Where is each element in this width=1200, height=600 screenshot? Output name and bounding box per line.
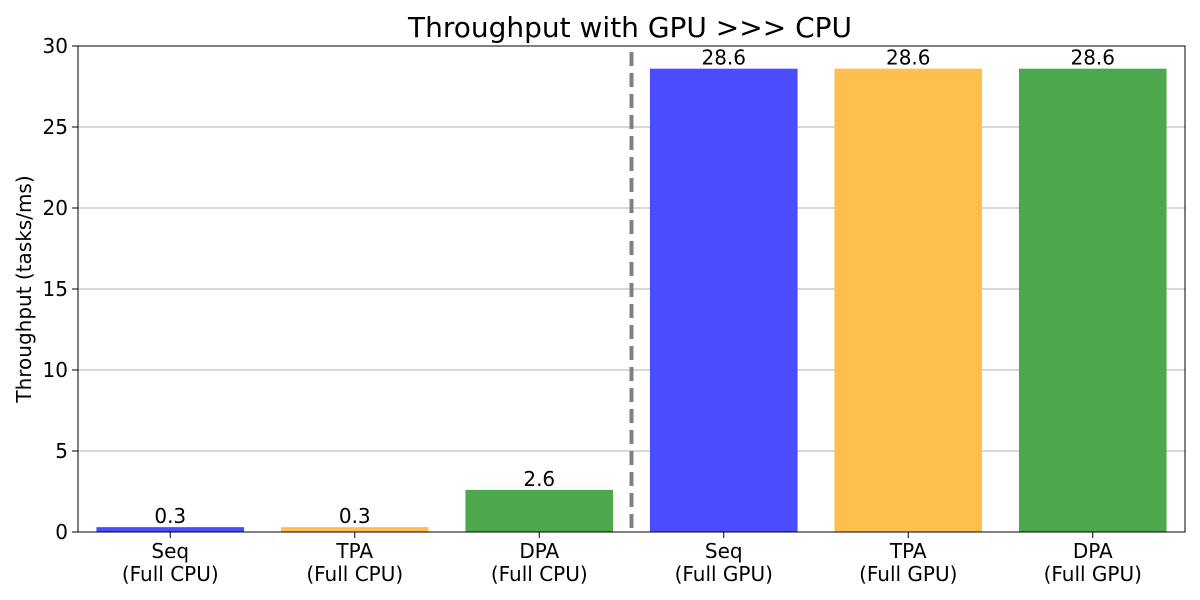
- bar-2: [465, 489, 614, 532]
- y-tick-label-15: 15: [43, 277, 68, 301]
- y-tick-label-10: 10: [43, 358, 68, 382]
- y-axis-label: Throughput (tasks/ms): [12, 175, 36, 403]
- y-tick-label-5: 5: [55, 439, 68, 463]
- x-tick-label-3-0: Seq: [705, 539, 743, 563]
- y-tick-label-0: 0: [55, 520, 68, 544]
- bar-5: [1018, 68, 1167, 533]
- y-tick-labels: 0 5 10 15 20 25 30: [43, 34, 78, 544]
- data-label-3: 28.6: [701, 46, 746, 70]
- x-tick-labels: Seq(Full CPU)TPA(Full CPU)DPA(Full CPU)S…: [122, 532, 1142, 586]
- bar-4: [834, 68, 983, 533]
- x-tick-label-2-0: DPA: [519, 539, 559, 563]
- y-tick-label-20: 20: [43, 196, 68, 220]
- data-label-0: 0.3: [154, 504, 186, 528]
- x-tick-label-0-0: Seq: [151, 539, 189, 563]
- bar-3: [649, 68, 798, 533]
- x-tick-label-1-0: TPA: [335, 539, 373, 563]
- data-label-4: 28.6: [886, 46, 931, 70]
- data-label-2: 2.6: [523, 467, 555, 491]
- data-label-1: 0.3: [339, 504, 371, 528]
- throughput-bar-chart: Throughput with GPU >>> CPU Throughput (…: [12, 11, 1186, 586]
- y-tick-label-25: 25: [43, 115, 68, 139]
- x-tick-label-3-1: (Full GPU): [675, 562, 773, 586]
- x-tick-label-5-1: (Full GPU): [1044, 562, 1142, 586]
- chart-title: Throughput with GPU >>> CPU: [407, 11, 852, 44]
- data-label-5: 28.6: [1070, 46, 1115, 70]
- y-tick-label-30: 30: [43, 34, 68, 58]
- x-tick-label-2-1: (Full CPU): [491, 562, 588, 586]
- x-tick-label-5-0: DPA: [1073, 539, 1113, 563]
- x-tick-label-1-1: (Full CPU): [306, 562, 403, 586]
- x-tick-label-4-0: TPA: [889, 539, 927, 563]
- x-tick-label-4-1: (Full GPU): [859, 562, 957, 586]
- x-tick-label-0-1: (Full CPU): [122, 562, 219, 586]
